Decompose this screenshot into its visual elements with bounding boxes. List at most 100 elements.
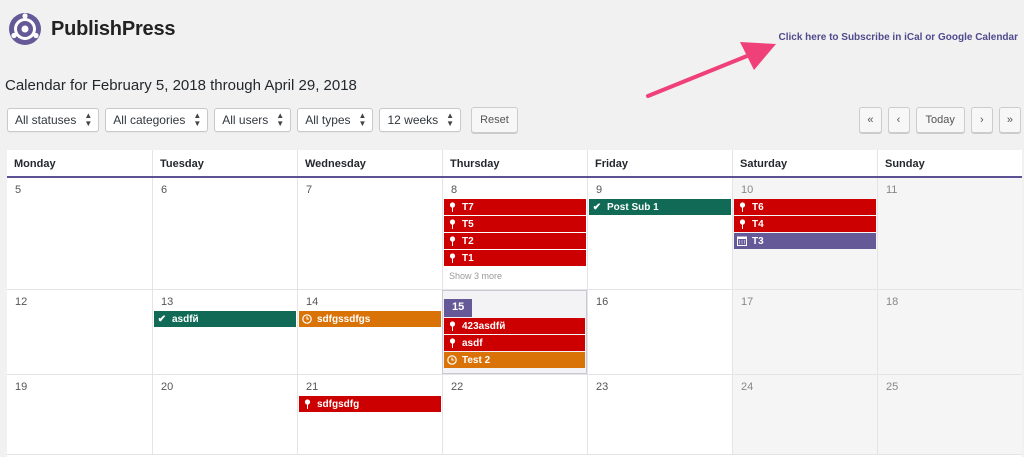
calendar-item[interactable]: T2 [444, 233, 586, 249]
calendar-item[interactable]: 423asdfй [444, 318, 585, 334]
weeks-filter[interactable]: 12 weeks ▲ ▼ [379, 108, 462, 132]
calendar-item[interactable]: T1 [444, 250, 586, 266]
day-cell[interactable]: 24 [732, 375, 877, 454]
calendar-item[interactable]: T5 [444, 216, 586, 232]
filter-bar: All statuses ▲ ▼ All categories ▲ ▼ All us… [7, 107, 518, 133]
last-page-button[interactable]: » [998, 107, 1021, 133]
show-more-link[interactable]: Show 3 more [444, 267, 586, 281]
day-number: 25 [886, 381, 899, 393]
calendar-icon [737, 236, 747, 246]
day-number-today: 15 [444, 299, 473, 317]
calendar-item[interactable]: ✔ asdfй [154, 311, 296, 327]
week-row: 19 20 21 sdfgsdfg 22 23 24 25 [7, 375, 1022, 455]
user-filter-value: All users [222, 113, 269, 127]
weekday-tuesday: Tuesday [152, 150, 297, 176]
day-cell[interactable]: 16 [587, 290, 732, 374]
calendar-item[interactable]: ✔ Post Sub 1 [589, 199, 731, 215]
annotation-arrow-icon [646, 42, 776, 98]
item-title: T6 [752, 201, 764, 213]
day-number: 19 [15, 381, 28, 393]
previous-button[interactable]: ‹ [887, 107, 910, 133]
calendar-item[interactable]: sdfgsdfg [299, 396, 441, 412]
weekday-header: Monday Tuesday Wednesday Thursday Friday… [7, 150, 1022, 178]
day-cell[interactable]: 11 [877, 178, 1022, 289]
pushpin-icon [447, 338, 457, 348]
day-cell[interactable]: 13 ✔ asdfй [152, 290, 297, 374]
weekday-thursday: Thursday [442, 150, 587, 176]
day-cell[interactable]: 12 [7, 290, 152, 374]
day-number: 14 [306, 296, 319, 308]
category-filter-value: All categories [113, 113, 186, 127]
calendar-nav: « ‹ Today › » [859, 107, 1021, 133]
select-arrows-icon: ▲ ▼ [193, 111, 202, 128]
item-title: T2 [462, 235, 474, 247]
day-number: 18 [886, 296, 899, 308]
calendar-item[interactable]: asdf [444, 335, 585, 351]
day-number: 16 [596, 296, 609, 308]
day-cell[interactable]: 20 [152, 375, 297, 454]
calendar-title: Calendar for February 5, 2018 through Ap… [5, 77, 357, 94]
weekday-monday: Monday [14, 158, 56, 170]
week-row: 12 13 ✔ asdfй 14 sdfgssdfgs 15 423asdfй a… [7, 290, 1022, 375]
day-number: 6 [161, 184, 168, 196]
item-title: sdfgssdfgs [317, 313, 371, 325]
item-title: asdfй [172, 313, 199, 325]
status-filter-value: All statuses [15, 113, 77, 127]
type-filter[interactable]: All types ▲ ▼ [297, 108, 374, 132]
item-title: 423asdfй [462, 320, 506, 332]
subscribe-link[interactable]: Click here to Subscribe in iCal or Googl… [778, 32, 1018, 43]
pushpin-icon [737, 219, 747, 229]
day-cell[interactable]: 7 [297, 178, 442, 289]
brand-name: PublishPress [51, 17, 176, 40]
day-cell[interactable]: 23 [587, 375, 732, 454]
brand[interactable]: PublishPress [8, 12, 176, 46]
calendar-item[interactable]: T6 [734, 199, 876, 215]
status-filter[interactable]: All statuses ▲ ▼ [7, 108, 100, 132]
day-cell[interactable]: 5 [7, 178, 152, 289]
item-title: asdf [462, 337, 483, 349]
today-button[interactable]: Today [915, 107, 965, 133]
item-title: T5 [462, 218, 474, 230]
day-cell[interactable]: 10 T6 T4 T3 [732, 178, 877, 289]
calendar-item[interactable]: T3 [734, 233, 876, 249]
item-title: T7 [462, 201, 474, 213]
clock-icon [302, 314, 312, 324]
select-arrows-icon: ▲ ▼ [276, 111, 285, 128]
select-arrows-icon: ▲ ▼ [84, 111, 93, 128]
day-number: 23 [596, 381, 609, 393]
day-number: 13 [161, 296, 174, 308]
item-title: T4 [752, 218, 764, 230]
pushpin-icon [302, 399, 312, 409]
calendar-item[interactable]: T7 [444, 199, 586, 215]
item-title: T1 [462, 252, 474, 264]
day-cell[interactable]: 21 sdfgsdfg [297, 375, 442, 454]
pushpin-icon [447, 253, 457, 263]
day-number: 10 [741, 184, 754, 196]
day-number: 7 [306, 184, 313, 196]
day-cell-today[interactable]: 15 423asdfй asdf Test 2 [442, 290, 587, 374]
day-cell[interactable]: 14 sdfgssdfgs [297, 290, 442, 374]
day-cell[interactable]: 6 [152, 178, 297, 289]
day-cell[interactable]: 22 [442, 375, 587, 454]
first-page-button[interactable]: « [859, 107, 882, 133]
day-cell[interactable]: 18 [877, 290, 1022, 374]
checkmark-icon: ✔ [592, 201, 602, 213]
day-cell[interactable]: 8 T7 T5 T2 T1 Show 3 more [442, 178, 587, 289]
user-filter[interactable]: All users ▲ ▼ [214, 108, 292, 132]
weekday-wednesday: Wednesday [297, 150, 442, 176]
select-arrows-icon: ▲ ▼ [358, 111, 367, 128]
item-title: T3 [752, 235, 764, 247]
item-title: Test 2 [462, 354, 491, 366]
day-cell[interactable]: 19 [7, 375, 152, 454]
calendar-item[interactable]: Test 2 [444, 352, 585, 368]
day-cell[interactable]: 25 [877, 375, 1022, 454]
calendar-item[interactable]: sdfgssdfgs [299, 311, 441, 327]
checkmark-icon: ✔ [157, 313, 167, 325]
calendar-item[interactable]: T4 [734, 216, 876, 232]
next-button[interactable]: › [970, 107, 993, 133]
day-cell[interactable]: 17 [732, 290, 877, 374]
week-row: 5 6 7 8 T7 T5 T2 T1 Show 3 more 9 ✔ Post … [7, 178, 1022, 290]
category-filter[interactable]: All categories ▲ ▼ [105, 108, 209, 132]
day-cell[interactable]: 9 ✔ Post Sub 1 [587, 178, 732, 289]
reset-button[interactable]: Reset [471, 107, 518, 133]
